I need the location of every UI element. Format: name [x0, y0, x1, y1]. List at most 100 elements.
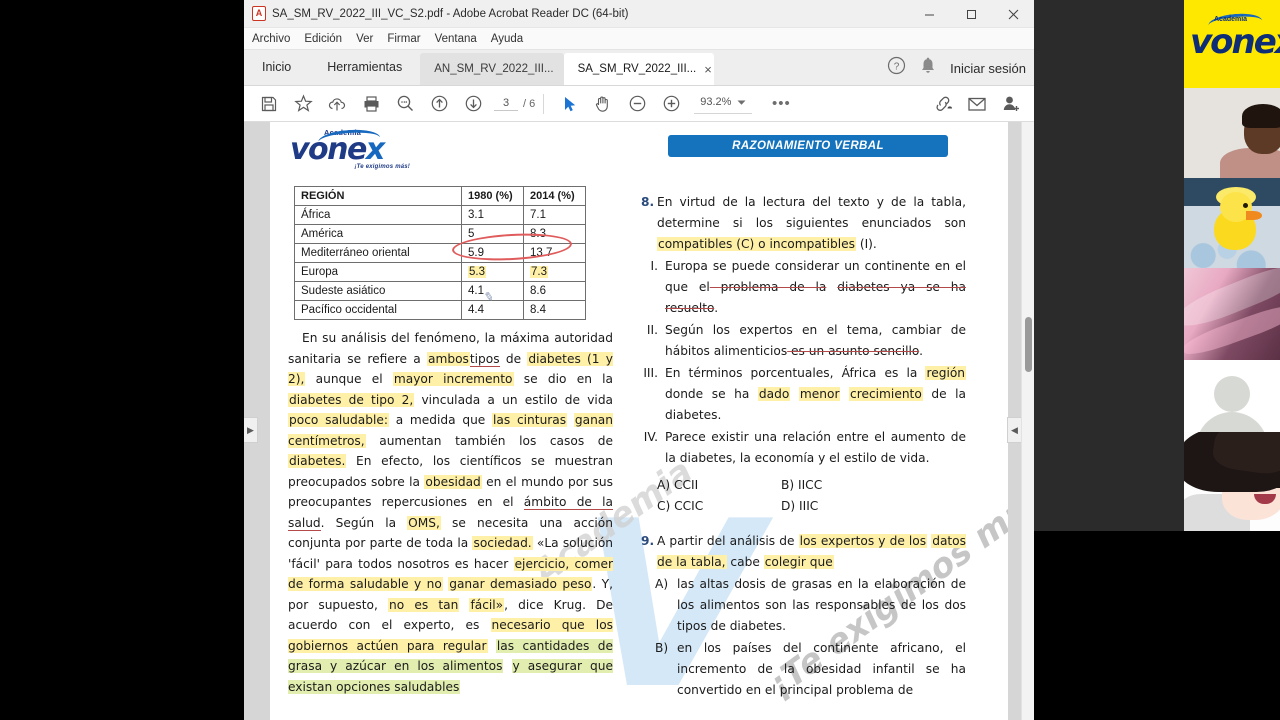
menu-archivo[interactable]: Archivo	[252, 33, 290, 45]
cell-region: África	[294, 205, 462, 225]
participant-tile-vonex-logo[interactable]: Academia vonex	[1184, 0, 1280, 88]
roman-text: Según los expertos en el tema, cambiar d…	[665, 320, 966, 362]
table-header-row: REGIÓN 1980 (%) 2014 (%)	[294, 186, 586, 206]
duck-eye	[1243, 203, 1248, 208]
print-icon[interactable]	[354, 89, 388, 119]
tab-inicio[interactable]: Inicio	[244, 49, 309, 85]
zoom-level-selector[interactable]: 93.2%	[694, 93, 753, 114]
close-button[interactable]	[992, 0, 1034, 28]
answer-b[interactable]: B) en los países del continente africano…	[641, 638, 966, 701]
scrollbar-thumb[interactable]	[1025, 317, 1032, 372]
pdf-document-area[interactable]: V Academia ¡Te exigimos más! Academia vo…	[244, 122, 1034, 720]
hand-tool-icon[interactable]	[586, 89, 620, 119]
para-line: se necesita	[440, 515, 529, 530]
cell-region: Pacífico occidental	[294, 300, 462, 320]
highlight: fácil»	[469, 597, 505, 612]
roman-text: En términos porcentuales, África es la r…	[665, 363, 967, 426]
document-tab-sa-sm-rv[interactable]: SA_SM_RV_2022_III... ×	[563, 53, 714, 85]
chevron-down-icon[interactable]	[737, 93, 746, 111]
cell-region: Mediterráneo oriental	[294, 243, 462, 263]
document-tab-an-sm-rv[interactable]: AN_SM_RV_2022_III...	[420, 53, 564, 85]
option-d[interactable]: D) IIIC	[781, 496, 905, 517]
select-tool-icon[interactable]	[552, 89, 586, 119]
page-number-input[interactable]: 3	[494, 97, 518, 111]
menu-ver[interactable]: Ver	[356, 33, 373, 45]
article-paragraph: En su análisis del fenómeno, la máxima a…	[288, 328, 613, 697]
window-title-bar: A SA_SM_RV_2022_III_VC_S2.pdf - Adobe Ac…	[244, 0, 1034, 28]
table-row: Europa 5.3 7.3	[294, 262, 586, 282]
roman-item-iv: IV. Parece existir una relación entre el…	[641, 427, 966, 469]
menu-edicion[interactable]: Edición	[304, 33, 342, 45]
option-b[interactable]: B) IICC	[781, 475, 905, 496]
next-page-icon[interactable]	[456, 89, 490, 119]
region-data-table: REGIÓN 1980 (%) 2014 (%) África 3.1 7.1	[294, 186, 586, 320]
add-user-icon[interactable]	[994, 89, 1028, 119]
roman-number: III.	[643, 366, 658, 380]
previous-page-icon[interactable]	[422, 89, 456, 119]
option-a[interactable]: A) CCII	[657, 475, 781, 496]
menu-ayuda[interactable]: Ayuda	[491, 33, 523, 45]
chevron-right-icon: ▶	[247, 424, 254, 435]
star-icon[interactable]	[286, 89, 320, 119]
stem-line: En virtud de la lectura del texto y de l…	[657, 195, 966, 209]
roman-item-i: I. Europa se puede considerar un contine…	[641, 256, 966, 319]
para-line: En efecto, los científicos se	[346, 454, 545, 468]
menu-bar: Archivo Edición Ver Firmar Ventana Ayuda	[244, 28, 1034, 50]
close-icon[interactable]: ×	[704, 62, 712, 77]
question-text: En virtud de la lectura del texto y de l…	[657, 192, 966, 255]
item-line: En términos porcentuales, África es la	[665, 366, 918, 380]
stem-line: cabe	[726, 555, 764, 569]
rail-logo-name: vonex	[1190, 22, 1280, 62]
para-line: aunque el	[305, 372, 393, 386]
search-icon[interactable]	[388, 89, 422, 119]
question-8: 8. En virtud de la lectura del texto y d…	[641, 192, 967, 517]
sign-in-button[interactable]: Iniciar sesión	[950, 61, 1026, 76]
menu-firmar[interactable]: Firmar	[387, 33, 420, 45]
webcam-person-hair	[1242, 104, 1280, 128]
underline: tipos	[469, 351, 500, 367]
more-tools-button[interactable]: •••	[764, 89, 798, 119]
cell-2014: 7.3	[523, 262, 586, 282]
help-icon[interactable]: ?	[887, 56, 906, 80]
highlight: ambos	[427, 351, 470, 366]
cell-1980: 5	[461, 224, 524, 244]
participant-tile-anime-avatar[interactable]	[1184, 432, 1280, 531]
para-line: de vida	[564, 392, 614, 407]
participant-tile-duckling[interactable]	[1184, 178, 1280, 268]
page-navigation[interactable]: 3 / 6	[494, 97, 535, 111]
menu-ventana[interactable]: Ventana	[435, 33, 477, 45]
cell-1980: 5.9	[461, 243, 524, 263]
answer-letter: B)	[655, 641, 669, 655]
participant-tile-pink-photo[interactable]	[1184, 268, 1280, 360]
maximize-button[interactable]	[950, 0, 992, 28]
option-c[interactable]: C) CCIC	[657, 496, 781, 517]
save-icon[interactable]	[252, 89, 286, 119]
notification-bell-icon[interactable]	[920, 57, 936, 80]
minimize-button[interactable]	[908, 0, 950, 28]
question-number: 9.	[641, 534, 655, 548]
tab-strip: Inicio Herramientas AN_SM_RV_2022_III...…	[244, 50, 1034, 86]
right-column: 8. En virtud de la lectura del texto y d…	[641, 176, 967, 701]
stem-line: A partir del análisis de	[657, 534, 799, 548]
question-text: A partir del análisis de los expertos y …	[657, 531, 966, 573]
cell-region: América	[294, 224, 462, 244]
vertical-scrollbar[interactable]	[1021, 122, 1034, 720]
share-link-icon[interactable]	[926, 89, 960, 119]
svg-text:?: ?	[894, 62, 900, 73]
zoom-out-icon[interactable]	[620, 89, 654, 119]
left-column: REGIÓN 1980 (%) 2014 (%) África 3.1 7.1	[288, 176, 613, 701]
left-panel-toggle[interactable]: ▶	[244, 417, 258, 443]
answer-line: las altas dosis de grasas en la elaborac…	[677, 577, 946, 591]
pdf-page-3[interactable]: V Academia ¡Te exigimos más! Academia vo…	[270, 122, 1008, 720]
cloud-upload-icon[interactable]	[320, 89, 354, 119]
answer-a[interactable]: A) las altas dosis de grasas en la elabo…	[641, 574, 966, 637]
para-line: En su análisis del fenómeno, la máxima	[302, 331, 550, 345]
highlight: poco saludable:	[288, 413, 389, 427]
participant-tile-webcam[interactable]	[1184, 88, 1280, 178]
email-icon[interactable]	[960, 89, 994, 119]
highlight: diabetes de tipo 2,	[288, 392, 415, 407]
tab-herramientas[interactable]: Herramientas	[309, 49, 420, 85]
para-line: aumentan también los casos	[365, 433, 585, 448]
right-panel-toggle[interactable]: ◀	[1007, 417, 1021, 443]
zoom-in-icon[interactable]	[654, 89, 688, 119]
